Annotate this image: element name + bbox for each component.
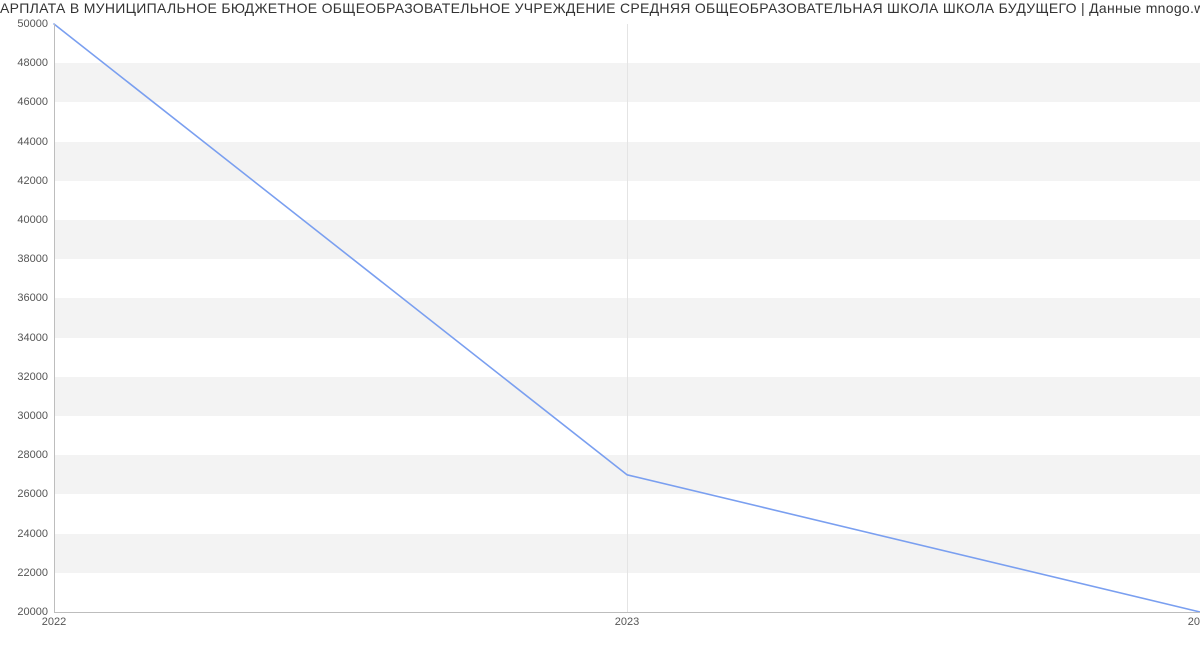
y-tick-label: 50000 — [4, 18, 48, 30]
y-tick-label: 38000 — [4, 253, 48, 265]
plot-area — [54, 24, 1200, 612]
x-tick-label: 2022 — [42, 616, 66, 628]
y-tick-label: 42000 — [4, 175, 48, 187]
y-axis-line — [54, 24, 55, 612]
x-tick-label: 2023 — [615, 616, 639, 628]
y-tick-label: 40000 — [4, 214, 48, 226]
x-tick-label: 2024 — [1188, 616, 1200, 628]
y-tick-label: 44000 — [4, 136, 48, 148]
y-tick-label: 28000 — [4, 449, 48, 461]
line-series — [54, 24, 1200, 612]
y-tick-label: 26000 — [4, 488, 48, 500]
chart-container: АРПЛАТА В МУНИЦИПАЛЬНОЕ БЮДЖЕТНОЕ ОБЩЕОБ… — [0, 0, 1200, 650]
y-tick-label: 30000 — [4, 410, 48, 422]
y-tick-label: 48000 — [4, 57, 48, 69]
y-tick-label: 46000 — [4, 96, 48, 108]
y-tick-label: 22000 — [4, 567, 48, 579]
y-tick-label: 36000 — [4, 292, 48, 304]
x-axis-line — [54, 612, 1200, 613]
chart-title: АРПЛАТА В МУНИЦИПАЛЬНОЕ БЮДЖЕТНОЕ ОБЩЕОБ… — [0, 0, 1200, 16]
y-tick-label: 24000 — [4, 528, 48, 540]
y-tick-label: 32000 — [4, 371, 48, 383]
series-path — [54, 24, 1200, 612]
y-tick-label: 34000 — [4, 332, 48, 344]
